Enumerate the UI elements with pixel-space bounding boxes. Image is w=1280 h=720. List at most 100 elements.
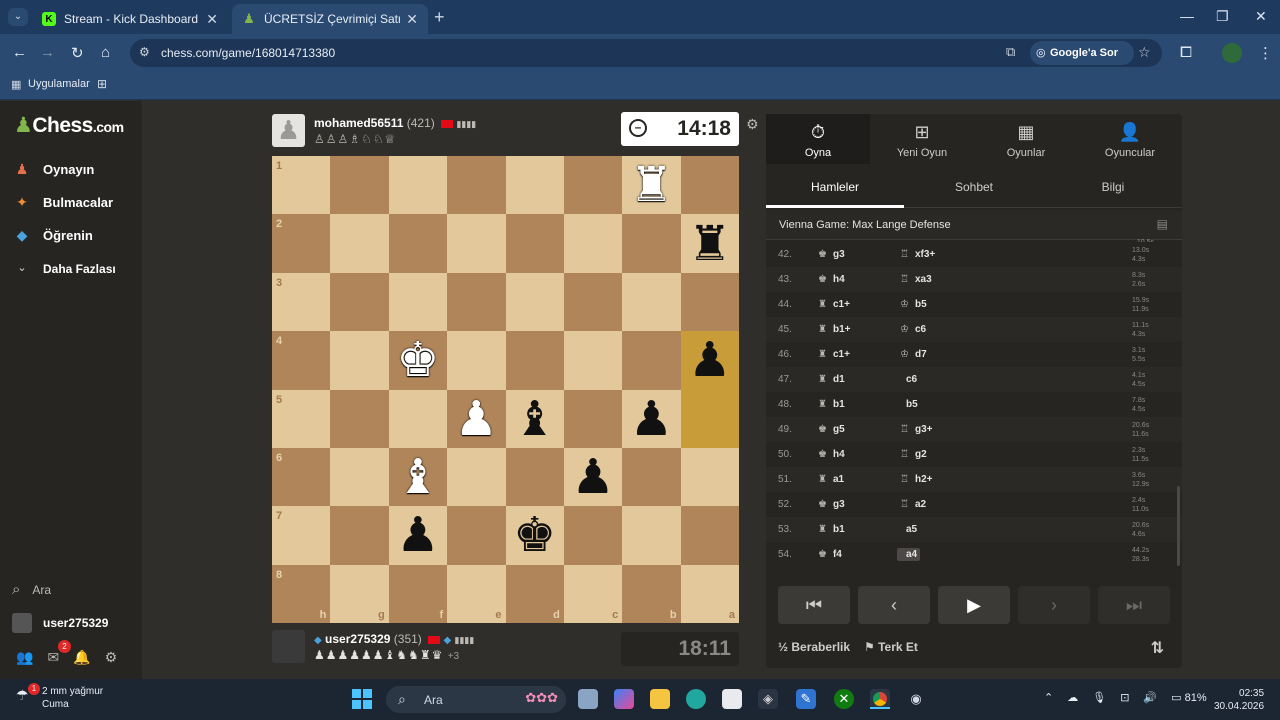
sidebar-user[interactable]: user275329 <box>12 613 108 633</box>
white-move[interactable]: ♜ b1 <box>818 524 845 535</box>
square-c7[interactable] <box>563 506 623 565</box>
square-f7[interactable]: ♟ <box>388 506 448 565</box>
square-b1[interactable]: ♜ <box>622 156 681 215</box>
close-icon[interactable]: ✕ <box>406 11 418 28</box>
square-d5[interactable]: ♝ <box>505 389 564 448</box>
black-move[interactable]: b5 <box>900 399 918 410</box>
new-tab-button[interactable]: + <box>434 7 445 28</box>
settings-gear-icon[interactable]: ⚙ <box>105 649 118 666</box>
black-move[interactable]: ♖ g2 <box>900 449 927 460</box>
sidebar-item-learn[interactable]: ◆ Öğrenin <box>12 227 93 243</box>
square-b2[interactable] <box>622 214 681 273</box>
sidebar-item-more[interactable]: ⌄ Daha Fazlası <box>12 261 115 277</box>
square-g4[interactable] <box>330 331 389 390</box>
tab-games[interactable]: ▦ Oyunlar <box>974 122 1078 159</box>
store-icon[interactable] <box>722 689 742 709</box>
square-e1[interactable] <box>447 156 506 215</box>
square-d3[interactable] <box>505 272 564 332</box>
white-pawn-piece[interactable]: ♟ <box>455 395 498 443</box>
white-rook-piece[interactable]: ♜ <box>630 161 673 209</box>
black-pawn-piece[interactable]: ♟ <box>572 453 615 501</box>
square-f5[interactable] <box>388 389 448 448</box>
extensions-icon[interactable]: ⧠ <box>1180 44 1192 61</box>
square-c4[interactable] <box>563 331 623 390</box>
forward-icon[interactable]: → <box>40 44 55 61</box>
battery-status[interactable]: ▭ 81% <box>1171 691 1207 704</box>
white-move[interactable]: ♚ f4 <box>818 549 842 560</box>
task-view-icon[interactable] <box>578 689 598 709</box>
square-b7[interactable] <box>622 506 681 565</box>
black-move[interactable]: ♖ h2+ <box>900 474 932 485</box>
first-move-button[interactable]: ⏮ <box>778 586 850 624</box>
square-a1[interactable] <box>680 156 739 215</box>
square-e6[interactable] <box>447 447 506 507</box>
bookmark-star-icon[interactable]: ☆ <box>1138 44 1151 61</box>
white-move[interactable]: ♜ b1 <box>818 399 845 410</box>
square-h5[interactable]: 5 <box>272 389 331 448</box>
tab-moves[interactable]: Hamleler <box>766 180 904 208</box>
taskbar-search[interactable]: ⌕ Ara ✿✿✿ <box>386 686 566 713</box>
notifications-icon[interactable]: 🔔 <box>73 649 90 666</box>
board-settings-icon[interactable]: ⚙ <box>746 116 759 133</box>
tab-players[interactable]: 👤 Oyuncular <box>1078 122 1182 159</box>
messages-icon[interactable]: ✉ <box>47 649 59 666</box>
sidebar-item-play[interactable]: ♟ Oynayın <box>12 161 95 177</box>
square-e7[interactable] <box>447 506 506 565</box>
square-a6[interactable] <box>680 447 739 507</box>
square-h7[interactable]: 7 <box>272 506 331 565</box>
square-d2[interactable] <box>505 214 564 273</box>
square-f8[interactable]: f <box>388 564 448 623</box>
profile-avatar[interactable] <box>1222 43 1242 63</box>
square-a8[interactable]: a <box>680 564 739 623</box>
site-info-icon[interactable]: ⚙ <box>139 45 150 59</box>
cloud-icon[interactable]: ☁ <box>1067 691 1078 704</box>
square-c5[interactable] <box>563 389 623 448</box>
square-h4[interactable]: 4 <box>272 331 331 390</box>
black-pawn-piece[interactable]: ♟ <box>396 511 439 559</box>
black-move[interactable]: ♔ c6 <box>900 324 926 335</box>
white-move[interactable]: ♜ c1+ <box>818 299 850 310</box>
white-move[interactable]: ♜ d1 <box>818 374 845 385</box>
tab-new-game[interactable]: ⊞ Yeni Oyun <box>870 122 974 159</box>
square-h6[interactable]: 6 <box>272 447 331 507</box>
back-icon[interactable]: ← <box>12 44 27 61</box>
square-c3[interactable] <box>563 272 623 332</box>
next-move-button[interactable]: › <box>1018 586 1090 624</box>
black-move[interactable]: a4 <box>897 548 921 561</box>
white-move[interactable]: ♜ a1 <box>818 474 844 485</box>
square-d8[interactable]: d <box>505 564 564 623</box>
tab-search-button[interactable]: ⌄ <box>8 8 28 26</box>
url-text[interactable]: chess.com/game/168014713380 <box>161 46 335 60</box>
play-button[interactable]: ▶ <box>938 586 1010 624</box>
square-g7[interactable] <box>330 506 389 565</box>
white-bishop-piece[interactable]: ♝ <box>396 453 439 501</box>
square-d4[interactable] <box>505 331 564 390</box>
square-c2[interactable] <box>563 214 623 273</box>
white-move[interactable]: ♜ c1+ <box>818 349 850 360</box>
previous-move-button[interactable]: ‹ <box>858 586 930 624</box>
square-c6[interactable]: ♟ <box>563 447 623 507</box>
square-g8[interactable]: g <box>330 564 389 623</box>
close-icon[interactable]: ✕ <box>206 11 218 28</box>
white-move[interactable]: ♜ b1+ <box>818 324 850 335</box>
black-move[interactable]: ♖ g3+ <box>900 424 932 435</box>
xbox-icon[interactable]: ✕ <box>834 689 854 709</box>
black-move[interactable]: ♖ xf3+ <box>900 249 935 260</box>
chevron-up-icon[interactable]: ⌃ <box>1044 691 1053 704</box>
volume-icon[interactable]: 🔊 <box>1143 691 1157 704</box>
square-h8[interactable]: 8h <box>272 564 331 623</box>
avatar[interactable]: ♟ <box>272 114 305 147</box>
bookmark-apps[interactable]: Uygulamalar <box>28 78 90 90</box>
black-move[interactable]: c6 <box>900 374 917 385</box>
square-f6[interactable]: ♝ <box>388 447 448 507</box>
tab-groups-icon[interactable]: ⊞ <box>97 77 107 91</box>
bottom-player-name[interactable]: user275329 <box>325 632 390 646</box>
tab-chat[interactable]: Sohbet <box>905 180 1043 194</box>
tab-chess[interactable]: ♟ ÜCRETSİZ Çevrimiçi Satranç Oy ✕ <box>232 4 428 34</box>
square-f4[interactable]: ♚ <box>388 331 448 390</box>
move-list[interactable]: 42. ♚ g3 ♖ xf3+ 13.0s 4.3s 43. ♚ h4 ♖ xa3 8.3s 2.6s 44… <box>766 242 1182 572</box>
install-app-icon[interactable]: ⧉ <box>1006 44 1015 60</box>
square-d1[interactable] <box>505 156 564 215</box>
black-rook-piece[interactable]: ♜ <box>688 220 731 268</box>
chess-logo[interactable]: ♟Chess.com <box>14 113 124 138</box>
